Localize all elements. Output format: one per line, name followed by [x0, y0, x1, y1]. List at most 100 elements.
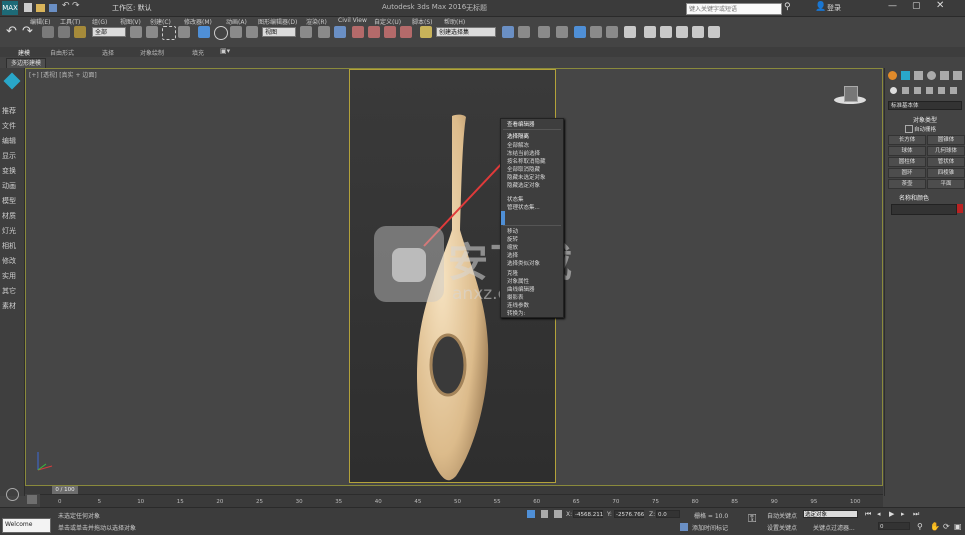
play-icon[interactable]: ▶ [889, 510, 894, 518]
teapot-button[interactable]: 茶壶 [888, 179, 926, 189]
cameras-icon[interactable] [926, 87, 933, 94]
object-color-swatch[interactable] [957, 204, 963, 213]
quad-context-menu: 查看编辑器 选择隔离 全部解冻 冻结当前选择 按名称取消隐藏 全部取消隐藏 隐藏… [500, 118, 564, 318]
timeline-tick-label: 20 [216, 499, 224, 505]
selection-status: 未选定任何对象 [58, 513, 101, 520]
box-button[interactable]: 长方体 [888, 135, 926, 145]
current-frame-field[interactable]: 0 [878, 522, 910, 530]
menu-item-isolate[interactable]: 选择隔离 [507, 132, 529, 140]
motion-tab-icon[interactable] [927, 71, 936, 80]
y-label: Y: [607, 511, 612, 518]
plane-button[interactable]: 平面 [927, 179, 965, 189]
key-mode-dropdown[interactable]: 选定对象 [803, 510, 858, 518]
menu-item-dope-sheet[interactable]: 摄影表 [507, 293, 524, 301]
viewcube-box-icon[interactable] [844, 86, 858, 102]
menu-item-manage-state-sets[interactable]: 管理状态集... [507, 203, 540, 211]
quad-highlight [501, 211, 505, 225]
timeline-tick-label: 80 [691, 499, 699, 505]
maxscript-text[interactable]: Welcome [5, 521, 32, 528]
transform-mode-icon[interactable] [554, 510, 562, 518]
go-to-start-icon[interactable]: ⏮ [865, 510, 871, 519]
x-label: X: [566, 511, 573, 518]
tube-button[interactable]: 管状体 [927, 157, 965, 167]
helpers-icon[interactable] [938, 87, 945, 94]
pan-icon[interactable]: ✋ [930, 522, 940, 531]
menu-item-state-sets[interactable]: 状态集 [507, 195, 524, 203]
time-slider-track[interactable] [25, 486, 883, 494]
menu-item-hide-selection[interactable]: 隐藏选定对象 [507, 181, 540, 189]
menu-item-unfreeze-all[interactable]: 全部解冻 [507, 141, 529, 149]
track-bar[interactable] [40, 494, 883, 507]
grid-size: 栅格 = 10.0 [694, 513, 729, 520]
viewcube[interactable] [834, 86, 866, 104]
lock-selection-icon[interactable] [541, 510, 548, 518]
set-key-icon[interactable]: ⚿ [748, 512, 756, 526]
create-tab-icon[interactable] [888, 71, 897, 80]
max-creation-graph-icon[interactable] [6, 488, 19, 501]
modify-tab-icon[interactable] [901, 71, 910, 80]
menu-item-select-similar[interactable]: 选择类似对象 [507, 259, 540, 267]
x-coordinate-field[interactable]: -4568.211 [573, 510, 603, 518]
zoom-icon[interactable]: ⚲ [917, 522, 923, 531]
timeline-tick-label: 50 [454, 499, 461, 505]
hierarchy-tab-icon[interactable] [914, 71, 923, 80]
isolate-selection-icon[interactable] [527, 510, 535, 518]
timeline-tick-label: 45 [414, 499, 422, 505]
timeline-tick-label: 70 [612, 499, 620, 505]
maximize-viewport-icon[interactable]: ▣ [954, 522, 962, 531]
menu-item-move[interactable]: 移动 [507, 227, 518, 235]
time-slider[interactable]: 0 / 100 [52, 486, 78, 494]
mini-curve-editor-icon[interactable] [27, 495, 37, 504]
menu-item-convert-to[interactable]: 转换为: [507, 309, 525, 317]
menu-item-viewport-editor[interactable]: 查看编辑器 [507, 120, 535, 128]
menu-item-unhide-by-name[interactable]: 按名称取消隐藏 [507, 157, 546, 165]
cylinder-button[interactable]: 圆柱体 [888, 157, 926, 167]
menu-item-curve-editor[interactable]: 曲线编辑器 [507, 285, 535, 293]
cone-button[interactable]: 圆锥体 [927, 135, 965, 145]
timeline-tick-label: 75 [652, 499, 659, 505]
autogrid-checkbox[interactable] [905, 125, 913, 133]
menu-item-scale[interactable]: 缩放 [507, 243, 518, 251]
geometry-icon[interactable] [890, 87, 897, 94]
previous-frame-icon[interactable]: ◂ [877, 510, 881, 518]
go-to-end-icon[interactable]: ⏭ [913, 510, 919, 519]
set-key-button[interactable]: 设置关键点 [767, 523, 797, 532]
torus-button[interactable]: 圆环 [888, 168, 926, 178]
orbit-icon[interactable]: ⟳ [943, 522, 950, 531]
timeline-tick-label: 60 [533, 499, 541, 505]
spacewarps-icon[interactable] [950, 87, 957, 94]
name-and-color-title: 名称和颜色 [899, 195, 930, 202]
menu-item-hide-unselected[interactable]: 隐藏未选定对象 [507, 173, 546, 181]
timeline-tick-label: 90 [770, 499, 778, 505]
timeline-tick-label: 85 [731, 499, 739, 505]
menu-item-freeze-selection[interactable]: 冻结当前选择 [507, 149, 540, 157]
menu-item-object-properties[interactable]: 对象属性 [507, 277, 529, 285]
next-frame-icon[interactable]: ▸ [901, 510, 905, 518]
geosphere-button[interactable]: 几何球体 [927, 146, 965, 156]
key-filters-button[interactable]: 关键点过滤器... [813, 523, 855, 532]
menu-item-unhide-all[interactable]: 全部取消隐藏 [507, 165, 540, 173]
lights-icon[interactable] [914, 87, 921, 94]
autogrid-label: 自动栅格 [914, 127, 937, 133]
utilities-tab-icon[interactable] [953, 71, 962, 80]
timeline-tick-label: 25 [256, 499, 263, 505]
sphere-button[interactable]: 球体 [888, 146, 926, 156]
menu-item-clone[interactable]: 克隆 [507, 269, 518, 277]
menu-item-select[interactable]: 选择 [507, 251, 518, 259]
timeline-tick-label: 5 [97, 499, 102, 505]
watermark-shield-icon [374, 226, 444, 302]
add-time-tag[interactable]: 添加时间标记 [692, 523, 728, 532]
object-category-dropdown[interactable]: 标准基本体 [888, 101, 962, 110]
timeline-tick-label: 10 [137, 499, 145, 505]
display-tab-icon[interactable] [940, 71, 949, 80]
time-tag-icon[interactable] [680, 523, 688, 531]
pyramid-button[interactable]: 四棱锥 [927, 168, 965, 178]
y-coordinate-field[interactable]: -2576.766 [614, 510, 644, 518]
timeline-tick-label: 55 [493, 499, 501, 505]
z-coordinate-field[interactable]: 0.0 [656, 510, 680, 518]
shapes-icon[interactable] [902, 87, 909, 94]
object-name-field[interactable] [891, 204, 957, 215]
auto-key-button[interactable]: 自动关键点 [767, 511, 797, 520]
menu-item-wire-parameters[interactable]: 连线参数 [507, 301, 529, 309]
menu-item-rotate[interactable]: 旋转 [507, 235, 518, 243]
